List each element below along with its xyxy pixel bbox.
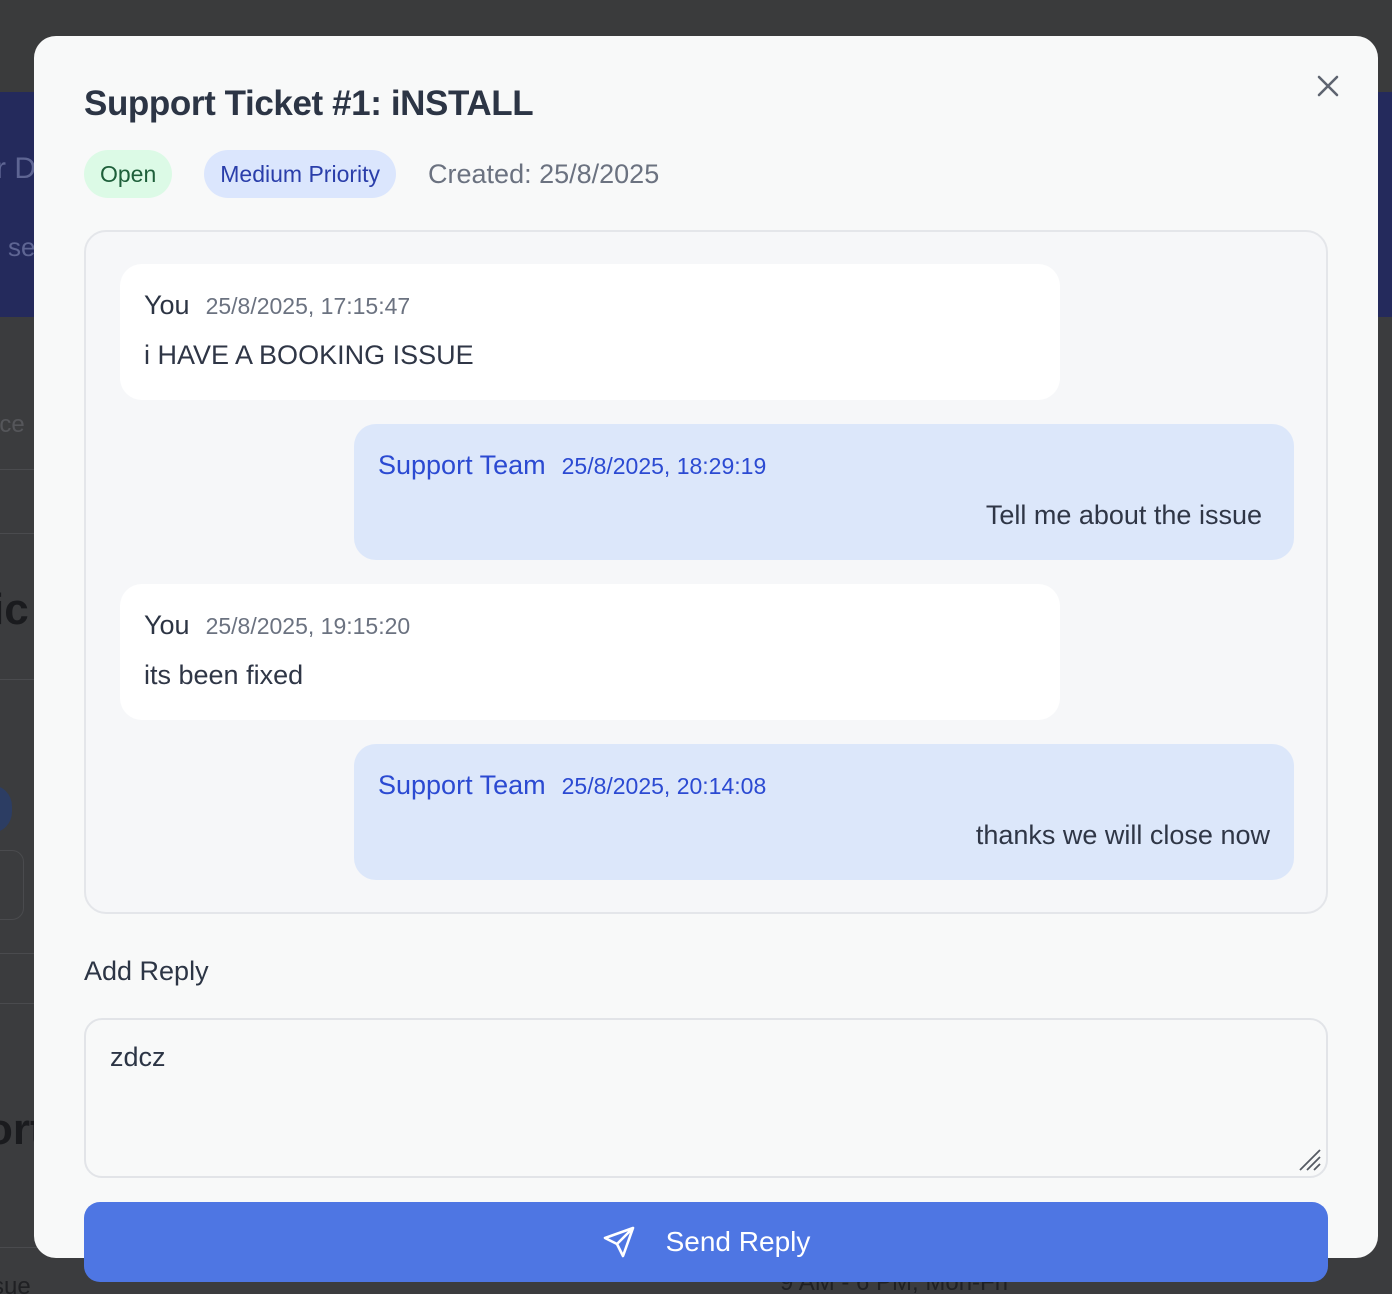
message-timestamp: 25/8/2025, 18:29:19 bbox=[561, 453, 767, 479]
reply-label: Add Reply bbox=[84, 956, 209, 986]
background-hero-title: r D bbox=[0, 152, 36, 185]
background-heading: ic bbox=[0, 585, 29, 634]
ticket-modal: Support Ticket #1: iNSTALL Open Medium P… bbox=[34, 36, 1378, 1282]
resize-handle-icon[interactable] bbox=[1296, 1146, 1322, 1172]
background-text: vice bbox=[0, 411, 25, 438]
message-user: You 25/8/2025, 17:15:47 i HAVE A BOOKING… bbox=[120, 264, 1060, 400]
send-icon bbox=[603, 1226, 634, 1258]
message-timestamp: 25/8/2025, 17:15:47 bbox=[205, 293, 411, 319]
message-text: thanks we will close now bbox=[975, 820, 1270, 850]
message-timestamp: 25/8/2025, 19:15:20 bbox=[205, 613, 411, 639]
message-user: You 25/8/2025, 19:15:20 its been fixed bbox=[120, 584, 1060, 720]
message-header: Support Team 25/8/2025, 20:14:08 bbox=[378, 770, 766, 801]
send-reply-button[interactable]: Send Reply bbox=[84, 1202, 1328, 1282]
message-support: Support Team 25/8/2025, 20:14:08 thanks … bbox=[354, 744, 1294, 880]
message-header: Support Team 25/8/2025, 18:29:19 bbox=[378, 450, 766, 481]
message-text: i HAVE A BOOKING ISSUE bbox=[144, 340, 474, 370]
priority-badge: Medium Priority bbox=[204, 150, 397, 198]
close-button[interactable] bbox=[1314, 72, 1342, 100]
message-text: Tell me about the issue bbox=[985, 500, 1262, 530]
close-icon bbox=[1317, 75, 1339, 97]
created-date: Created: 25/8/2025 bbox=[428, 158, 660, 189]
reply-textarea[interactable]: zdcz bbox=[84, 1018, 1328, 1178]
message-timestamp: 25/8/2025, 20:14:08 bbox=[561, 773, 767, 799]
message-sender: You bbox=[144, 610, 190, 640]
message-header: You 25/8/2025, 19:15:20 bbox=[144, 610, 410, 641]
background-divider bbox=[0, 1247, 40, 1248]
message-sender: Support Team bbox=[378, 450, 546, 480]
status-badge: Open bbox=[84, 150, 173, 198]
background-hero-subtitle: se bbox=[8, 232, 36, 262]
reply-text: zdcz bbox=[110, 1042, 166, 1072]
background-box bbox=[0, 850, 24, 920]
message-text: its been fixed bbox=[144, 660, 304, 690]
message-thread[interactable]: You 25/8/2025, 17:15:47 i HAVE A BOOKING… bbox=[84, 230, 1328, 914]
message-support: Support Team 25/8/2025, 18:29:19 Tell me… bbox=[354, 424, 1294, 560]
message-sender: You bbox=[144, 290, 190, 320]
message-header: You 25/8/2025, 17:15:47 bbox=[144, 290, 410, 321]
ticket-title: Support Ticket #1: iNSTALL bbox=[84, 84, 534, 123]
send-reply-label: Send Reply bbox=[665, 1226, 811, 1257]
message-sender: Support Team bbox=[378, 770, 546, 800]
ticket-meta: Open Medium Priority Created: 25/8/2025 bbox=[84, 150, 659, 198]
background-text: sue bbox=[0, 1273, 31, 1294]
